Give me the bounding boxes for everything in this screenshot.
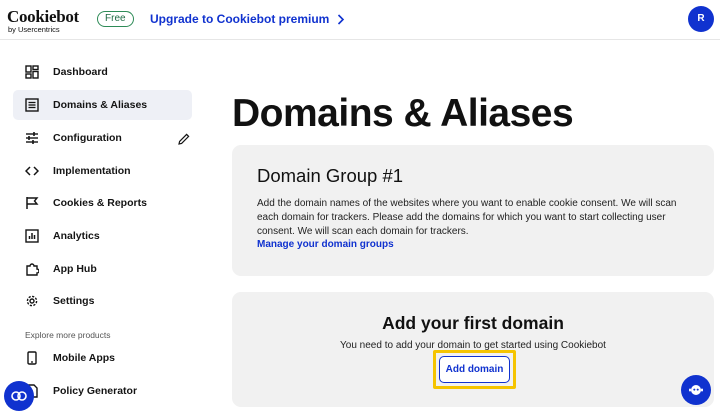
cookiebot-logo[interactable]: Cookiebot by Usercentrics xyxy=(7,8,79,34)
chevron-right-icon xyxy=(338,13,345,25)
domain-group-card: Domain Group #1 Add the domain names of … xyxy=(232,145,714,276)
dashboard-icon xyxy=(25,65,39,79)
sliders-icon xyxy=(25,131,39,145)
sidebar-item-app-hub[interactable]: App Hub xyxy=(13,254,192,284)
mobile-icon xyxy=(25,351,39,365)
top-header: Cookiebot by Usercentrics Free Upgrade t… xyxy=(0,0,720,40)
sidebar-item-label: Cookies & Reports xyxy=(53,197,147,209)
gear-icon xyxy=(25,294,39,308)
sidebar-item-configuration[interactable]: Configuration xyxy=(13,123,192,153)
logo-name: Cookiebot xyxy=(7,7,79,26)
sidebar-item-settings[interactable]: Settings xyxy=(13,286,192,316)
sidebar-item-label: Mobile Apps xyxy=(53,352,116,364)
empty-state-title: Add your first domain xyxy=(382,313,564,333)
add-domain-button[interactable]: Add domain xyxy=(439,356,510,383)
sidebar-item-dashboard[interactable]: Dashboard xyxy=(13,57,192,87)
domain-group-title: Domain Group #1 xyxy=(257,165,404,186)
sidebar-item-analytics[interactable]: Analytics xyxy=(13,221,192,251)
sidebar-item-label: Dashboard xyxy=(53,66,108,78)
sidebar-item-label: Settings xyxy=(53,295,95,307)
sidebar-item-mobile-apps[interactable]: Mobile Apps xyxy=(13,343,192,373)
sidebar-item-cookies-reports[interactable]: Cookies & Reports xyxy=(13,188,192,218)
list-icon xyxy=(25,98,39,112)
chat-assistant-fab[interactable] xyxy=(681,375,711,405)
sidebar-item-label: Implementation xyxy=(53,165,131,177)
sidebar-item-label: Configuration xyxy=(53,132,122,144)
upgrade-link-label: Upgrade to Cookiebot premium xyxy=(150,12,330,26)
flag-icon xyxy=(25,196,39,210)
user-avatar[interactable]: R xyxy=(688,6,714,32)
manage-domain-groups-link[interactable]: Manage your domain groups xyxy=(257,239,394,251)
cookie-consent-fab[interactable] xyxy=(4,381,34,411)
plan-badge: Free xyxy=(97,11,134,27)
bot-icon xyxy=(689,385,703,395)
sidebar-item-policy-generator[interactable]: Policy Generator xyxy=(13,376,192,406)
sidebar-item-label: Domains & Aliases xyxy=(53,99,148,111)
cookie-consent-icon xyxy=(11,391,27,401)
sidebar-item-domains-aliases[interactable]: Domains & Aliases xyxy=(13,90,192,120)
sidebar-item-implementation[interactable]: Implementation xyxy=(13,156,192,186)
code-icon xyxy=(25,164,39,178)
domain-group-description: Add the domain names of the websites whe… xyxy=(257,198,677,237)
sidebar-item-label: App Hub xyxy=(53,263,97,275)
pencil-icon[interactable] xyxy=(178,132,190,145)
sidebar-item-label: Policy Generator xyxy=(53,385,138,397)
logo-subtitle: by Usercentrics xyxy=(8,25,60,34)
add-domain-highlight: Add domain xyxy=(433,350,516,389)
empty-state-card: Add your first domain You need to add yo… xyxy=(232,292,714,407)
sidebar: Dashboard Domains & Aliases Configuratio… xyxy=(0,40,200,416)
page-title: Domains & Aliases xyxy=(232,92,574,135)
upgrade-link[interactable]: Upgrade to Cookiebot premium xyxy=(150,12,345,26)
sidebar-item-label: Analytics xyxy=(53,230,100,242)
app-root: Cookiebot by Usercentrics Free Upgrade t… xyxy=(0,0,720,416)
puzzle-icon xyxy=(25,262,39,276)
chart-icon xyxy=(25,229,39,243)
explore-products-caption: Explore more products xyxy=(25,330,111,340)
